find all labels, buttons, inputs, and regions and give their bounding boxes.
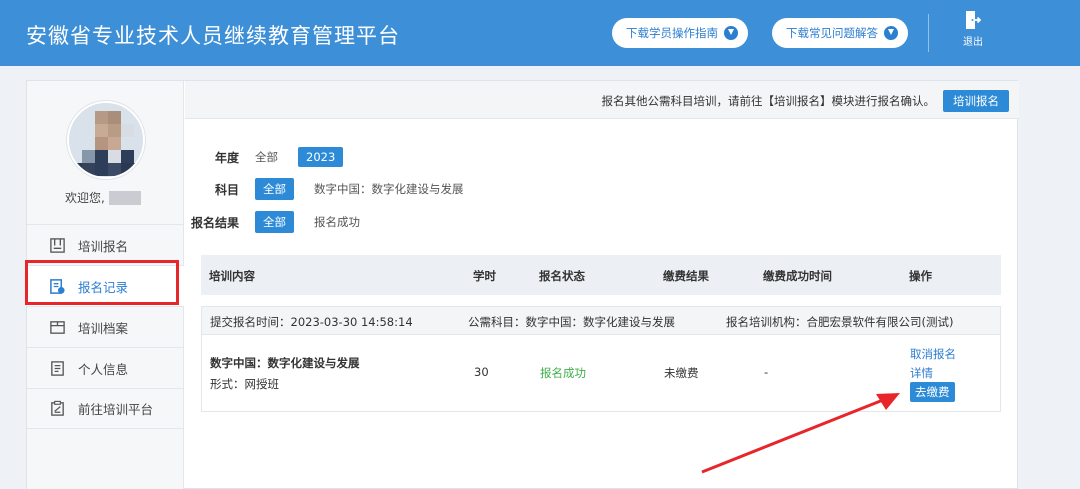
- record-meta-row: 提交报名时间：2023-03-30 14:58:14 公需科目：数字中国：数字化…: [202, 307, 1000, 335]
- pay-result: 未缴费: [664, 366, 699, 380]
- filter-subject: 科目 全部 数字中国：数字化建设与发展: [187, 178, 484, 200]
- download-guide-label: 下载学员操作指南: [626, 26, 718, 40]
- col-pay-time: 缴费成功时间: [763, 269, 832, 283]
- table-header: 培训内容 学时 报名状态 缴费结果 缴费成功时间 操作: [201, 255, 1001, 295]
- status-badge: 报名成功: [540, 366, 586, 380]
- sidebar-item-label: 个人信息: [78, 361, 129, 377]
- submit-time: 提交报名时间：2023-03-30 14:58:14: [210, 315, 413, 329]
- sidebar-item-label: 前往培训平台: [78, 402, 154, 417]
- sidebar-item-goto-platform[interactable]: 前往培训平台: [27, 388, 184, 429]
- logout-button[interactable]: 退出: [956, 10, 990, 48]
- notice-text: 报名其他公需科目培训，请前往【培训报名】模块进行报名确认。: [601, 94, 936, 108]
- col-status: 报名状态: [539, 269, 585, 283]
- notice-bar: 报名其他公需科目培训，请前往【培训报名】模块进行报名确认。 培训报名: [185, 81, 1019, 119]
- download-faq-label: 下载常见问题解答: [786, 26, 878, 40]
- records-table: 培训内容 学时 报名状态 缴费结果 缴费成功时间 操作 提交报名时间：2023-…: [201, 255, 1001, 412]
- detail-link[interactable]: 详情: [910, 365, 933, 381]
- course-hours: 30: [474, 365, 489, 379]
- year-option-2023[interactable]: 2023: [298, 147, 344, 167]
- logout-icon: [966, 11, 981, 29]
- result-option-success[interactable]: 报名成功: [314, 212, 360, 232]
- result-option-all[interactable]: 全部: [255, 211, 294, 233]
- archive-icon: [50, 320, 65, 334]
- welcome-text: 欢迎您,: [65, 189, 141, 206]
- username-redacted: [108, 190, 141, 205]
- avatar: [67, 101, 145, 179]
- record-icon: [50, 278, 65, 294]
- year-option-all[interactable]: 全部: [255, 147, 278, 167]
- filter-label: 年度: [214, 150, 239, 165]
- profile-icon: [51, 360, 64, 376]
- col-content: 培训内容: [209, 269, 255, 283]
- register-icon: [50, 237, 65, 253]
- header-bar: 安徽省专业技术人员继续教育管理平台 下载学员操作指南 下载常见问题解答 退出: [0, 0, 1080, 66]
- cancel-registration-link[interactable]: 取消报名: [910, 346, 956, 362]
- main-panel: 欢迎您, 培训报名 报名记录 培训档案 个人信息 前往培训平台 报名其他公需科目…: [25, 80, 1019, 489]
- subject-option-digital-china[interactable]: 数字中国：数字化建设与发展: [314, 179, 464, 199]
- sidebar-item-label: 培训档案: [78, 320, 129, 336]
- pay-time: -: [764, 365, 769, 379]
- col-hours: 学时: [473, 269, 496, 283]
- download-icon: [884, 26, 898, 40]
- filter-label: 科目: [214, 182, 239, 197]
- table-row: 数字中国：数字化建设与发展 形式：网授班 30 报名成功 未缴费 - 取消报名 …: [202, 335, 1000, 411]
- download-guide-button[interactable]: 下载学员操作指南: [612, 18, 748, 48]
- sidebar: 欢迎您, 培训报名 报名记录 培训档案 个人信息 前往培训平台: [25, 81, 184, 489]
- record-org: 报名培训机构：合肥宏景软件有限公司(测试): [726, 315, 954, 329]
- pay-button[interactable]: 去缴费: [910, 382, 955, 402]
- subject-option-all[interactable]: 全部: [255, 178, 294, 200]
- header-divider: [928, 14, 929, 52]
- sidebar-item-label: 报名记录: [78, 279, 129, 295]
- sidebar-item-archive[interactable]: 培训档案: [27, 306, 184, 347]
- sidebar-item-label: 培训报名: [78, 238, 129, 254]
- sidebar-item-profile[interactable]: 个人信息: [27, 347, 184, 388]
- download-faq-button[interactable]: 下载常见问题解答: [772, 18, 908, 48]
- download-icon: [724, 26, 738, 40]
- filter-result: 报名结果 全部 报名成功: [187, 211, 380, 233]
- filter-year: 年度 全部 2023: [187, 147, 363, 167]
- filter-label: 报名结果: [190, 215, 239, 230]
- col-pay-result: 缴费结果: [663, 269, 709, 283]
- course-form: 形式：网授班: [210, 377, 279, 391]
- record-subject: 公需科目：数字中国：数字化建设与发展: [468, 315, 675, 329]
- training-register-button[interactable]: 培训报名: [943, 90, 1009, 112]
- record-group: 提交报名时间：2023-03-30 14:58:14 公需科目：数字中国：数字化…: [201, 306, 1001, 412]
- welcome-label: 欢迎您,: [65, 191, 105, 205]
- app-title: 安徽省专业技术人员继续教育管理平台: [26, 24, 400, 48]
- course-name: 数字中国：数字化建设与发展: [210, 356, 360, 370]
- col-actions: 操作: [909, 269, 932, 283]
- logout-label: 退出: [963, 37, 983, 48]
- sidebar-item-records[interactable]: 报名记录: [27, 265, 184, 306]
- sidebar-item-register[interactable]: 培训报名: [27, 224, 184, 265]
- goto-platform-icon: [51, 400, 64, 416]
- sidebar-menu: 培训报名 报名记录 培训档案 个人信息 前往培训平台: [27, 224, 184, 429]
